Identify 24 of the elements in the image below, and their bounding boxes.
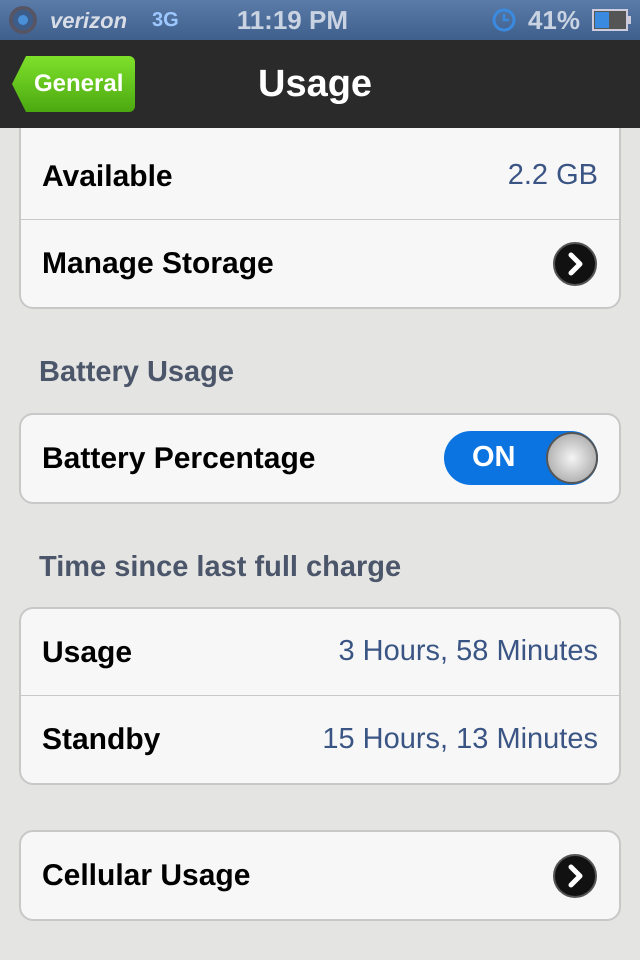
carrier-name: verizon — [50, 6, 128, 34]
network-type: 3G — [152, 8, 179, 33]
row-label: Usage — [42, 634, 132, 670]
section-header: Battery Usage — [38, 355, 236, 390]
row-label: Standby — [42, 722, 160, 758]
row-label: Manage Storage — [42, 246, 274, 282]
signal-icon — [8, 5, 38, 35]
row-label: Available — [42, 158, 173, 194]
battery-percent: 41% — [528, 4, 580, 36]
chevron-icon — [552, 240, 598, 286]
navigation-title: Usage — [258, 62, 372, 106]
row-value: 15 Hours, 13 Minutes — [322, 722, 598, 757]
status-time: 11:19 PM — [236, 4, 348, 36]
switch-label: ON — [472, 440, 516, 476]
toggle-switch[interactable]: ON — [444, 431, 598, 485]
section-header: Time since last full charge — [38, 550, 402, 584]
row-label: Cellular Usage — [42, 858, 250, 894]
chevron-icon — [552, 852, 598, 898]
switch-knob[interactable] — [546, 432, 598, 484]
row-value: 2.2 GB — [508, 158, 598, 194]
battery-icon — [592, 9, 632, 31]
row-label: Battery Percentage — [42, 440, 316, 476]
clock-icon — [492, 8, 516, 32]
row-value: 3 Hours, 58 Minutes — [338, 634, 598, 670]
